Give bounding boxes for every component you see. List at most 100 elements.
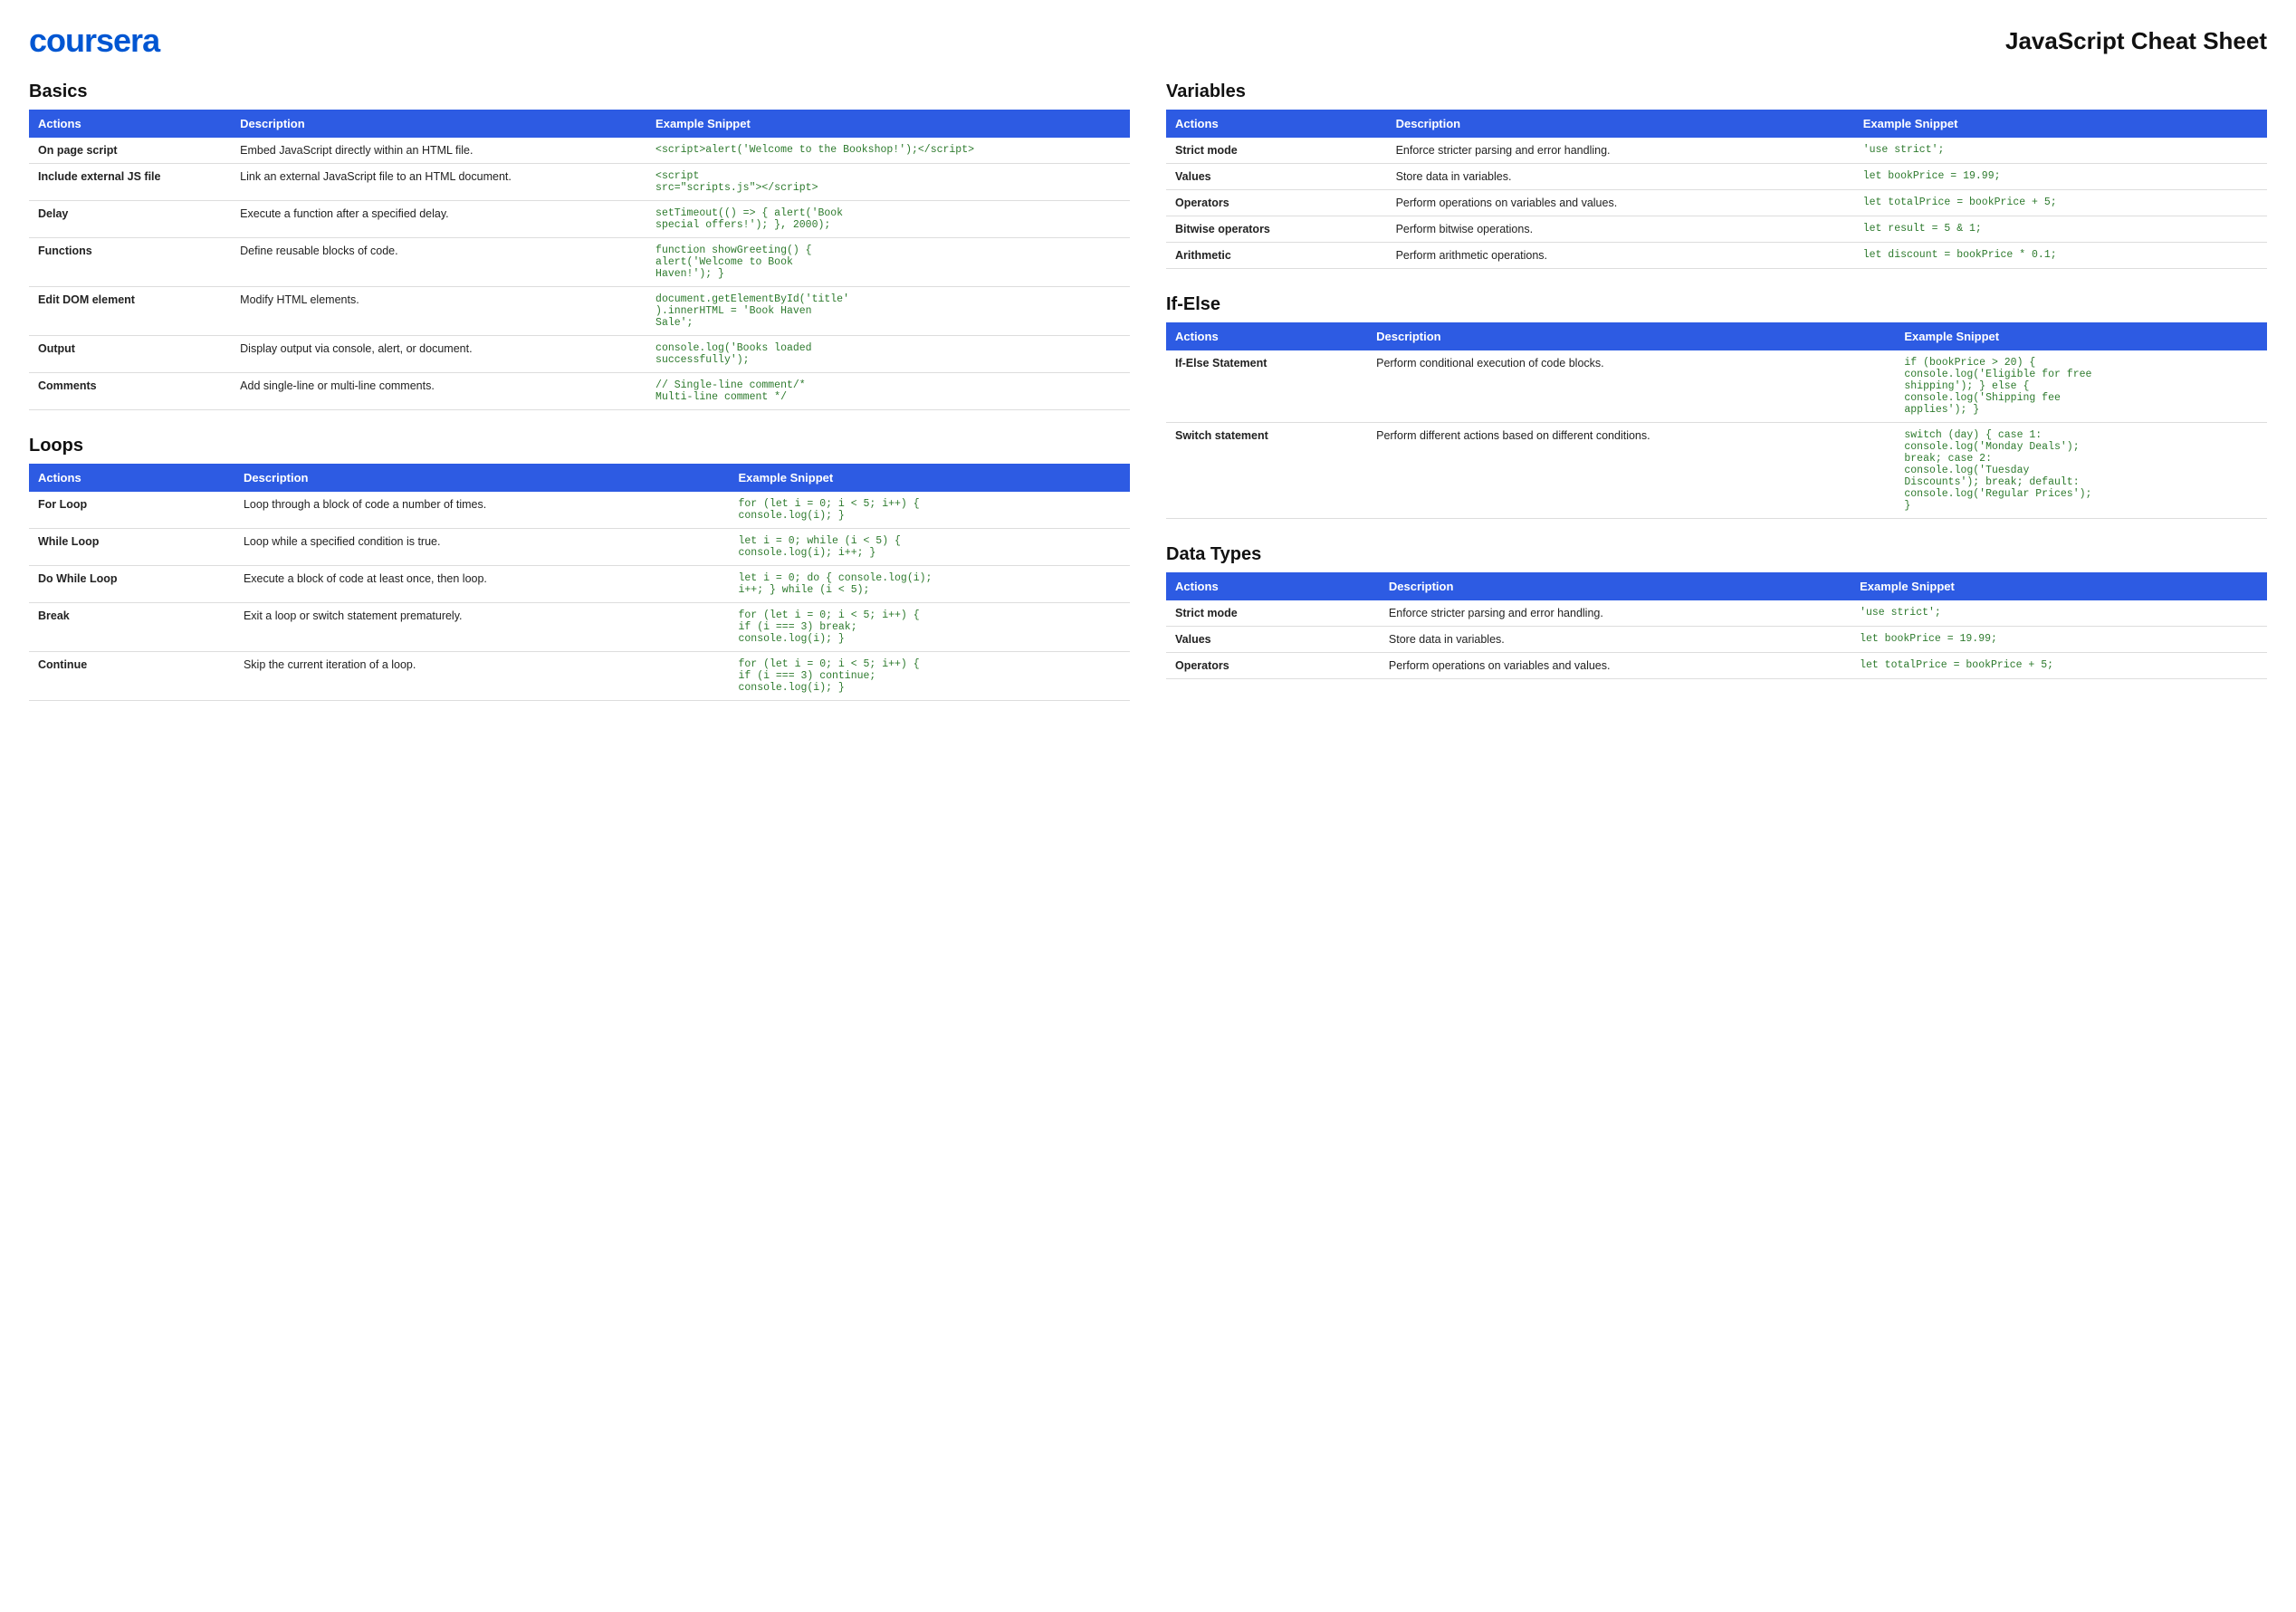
row-snippet: for (let i = 0; i < 5; i++) { console.lo… [729,492,1130,529]
table-row: While LoopLoop while a specified conditi… [29,529,1130,566]
row-description: Display output via console, alert, or do… [231,336,646,373]
table-row: Do While LoopExecute a block of code at … [29,566,1130,603]
basics-col-description: Description [231,110,646,138]
row-action: Continue [29,652,234,701]
row-description: Perform different actions based on diffe… [1367,423,1895,519]
row-description: Execute a function after a specified del… [231,201,646,238]
row-action: Values [1166,164,1387,190]
row-snippet: for (let i = 0; i < 5; i++) { if (i === … [729,603,1130,652]
row-snippet: for (let i = 0; i < 5; i++) { if (i === … [729,652,1130,701]
table-row: Switch statementPerform different action… [1166,423,2267,519]
row-action: Strict mode [1166,138,1387,164]
datatypes-header-row: Actions Description Example Snippet [1166,572,2267,600]
basics-table: Actions Description Example Snippet On p… [29,110,1130,410]
row-action: On page script [29,138,231,164]
row-snippet: if (bookPrice > 20) { console.log('Eligi… [1895,350,2267,423]
table-row: Strict modeEnforce stricter parsing and … [1166,600,2267,627]
row-snippet: let bookPrice = 19.99; [1851,627,2267,653]
table-row: ContinueSkip the current iteration of a … [29,652,1130,701]
row-description: Add single-line or multi-line comments. [231,373,646,410]
variables-title: Variables [1166,82,2267,102]
row-snippet: function showGreeting() { alert('Welcome… [646,238,1130,287]
loops-col-description: Description [234,464,730,492]
loops-title: Loops [29,436,1130,456]
row-action: Comments [29,373,231,410]
coursera-logo: coursera [29,22,159,60]
row-description: Modify HTML elements. [231,287,646,336]
row-snippet: let bookPrice = 19.99; [1854,164,2267,190]
datatypes-col-actions: Actions [1166,572,1380,600]
table-row: BreakExit a loop or switch statement pre… [29,603,1130,652]
row-action: Arithmetic [1166,243,1387,269]
loops-header-row: Actions Description Example Snippet [29,464,1130,492]
table-row: For LoopLoop through a block of code a n… [29,492,1130,529]
row-action: Output [29,336,231,373]
table-row: On page scriptEmbed JavaScript directly … [29,138,1130,164]
table-row: OperatorsPerform operations on variables… [1166,190,2267,216]
datatypes-col-description: Description [1380,572,1851,600]
table-row: If-Else StatementPerform conditional exe… [1166,350,2267,423]
row-action: Break [29,603,234,652]
variables-col-description: Description [1387,110,1854,138]
main-content: Basics Actions Description Example Snipp… [29,82,2267,726]
row-action: Delay [29,201,231,238]
row-snippet: let discount = bookPrice * 0.1; [1854,243,2267,269]
row-description: Perform operations on variables and valu… [1380,653,1851,679]
row-description: Loop through a block of code a number of… [234,492,730,529]
table-row: Edit DOM elementModify HTML elements.doc… [29,287,1130,336]
datatypes-col-snippet: Example Snippet [1851,572,2267,600]
table-row: DelayExecute a function after a specifie… [29,201,1130,238]
variables-col-snippet: Example Snippet [1854,110,2267,138]
table-row: ValuesStore data in variables.let bookPr… [1166,164,2267,190]
variables-col-actions: Actions [1166,110,1387,138]
row-description: Execute a block of code at least once, t… [234,566,730,603]
row-action: Bitwise operators [1166,216,1387,243]
basics-col-snippet: Example Snippet [646,110,1130,138]
row-snippet: console.log('Books loaded successfully')… [646,336,1130,373]
row-description: Perform arithmetic operations. [1387,243,1854,269]
row-description: Exit a loop or switch statement prematur… [234,603,730,652]
row-action: While Loop [29,529,234,566]
ifelse-table: Actions Description Example Snippet If-E… [1166,322,2267,519]
table-row: Bitwise operatorsPerform bitwise operati… [1166,216,2267,243]
row-snippet: // Single-line comment/* Multi-line comm… [646,373,1130,410]
page-title: JavaScript Cheat Sheet [2005,27,2267,55]
basics-header-row: Actions Description Example Snippet [29,110,1130,138]
row-action: Values [1166,627,1380,653]
row-snippet: <script>alert('Welcome to the Bookshop!'… [646,138,1130,164]
loops-col-actions: Actions [29,464,234,492]
right-column: Variables Actions Description Example Sn… [1166,82,2267,726]
basics-title: Basics [29,82,1130,102]
row-snippet: switch (day) { case 1: console.log('Mond… [1895,423,2267,519]
row-action: For Loop [29,492,234,529]
ifelse-section: If-Else Actions Description Example Snip… [1166,294,2267,519]
loops-table: Actions Description Example Snippet For … [29,464,1130,701]
basics-section: Basics Actions Description Example Snipp… [29,82,1130,410]
datatypes-title: Data Types [1166,544,2267,565]
variables-section: Variables Actions Description Example Sn… [1166,82,2267,269]
table-row: FunctionsDefine reusable blocks of code.… [29,238,1130,287]
left-column: Basics Actions Description Example Snipp… [29,82,1130,726]
row-description: Skip the current iteration of a loop. [234,652,730,701]
row-snippet: document.getElementById('title' ).innerH… [646,287,1130,336]
row-action: Switch statement [1166,423,1367,519]
ifelse-title: If-Else [1166,294,2267,315]
row-action: If-Else Statement [1166,350,1367,423]
row-snippet: 'use strict'; [1851,600,2267,627]
row-description: Define reusable blocks of code. [231,238,646,287]
row-snippet: 'use strict'; [1854,138,2267,164]
table-row: ValuesStore data in variables.let bookPr… [1166,627,2267,653]
basics-col-actions: Actions [29,110,231,138]
row-snippet: let i = 0; do { console.log(i); i++; } w… [729,566,1130,603]
page-header: coursera JavaScript Cheat Sheet [29,22,2267,60]
row-description: Enforce stricter parsing and error handl… [1380,600,1851,627]
table-row: OperatorsPerform operations on variables… [1166,653,2267,679]
row-description: Store data in variables. [1380,627,1851,653]
table-row: OutputDisplay output via console, alert,… [29,336,1130,373]
row-action: Do While Loop [29,566,234,603]
variables-table: Actions Description Example Snippet Stri… [1166,110,2267,269]
row-description: Embed JavaScript directly within an HTML… [231,138,646,164]
ifelse-header-row: Actions Description Example Snippet [1166,322,2267,350]
row-description: Link an external JavaScript file to an H… [231,164,646,201]
ifelse-col-description: Description [1367,322,1895,350]
